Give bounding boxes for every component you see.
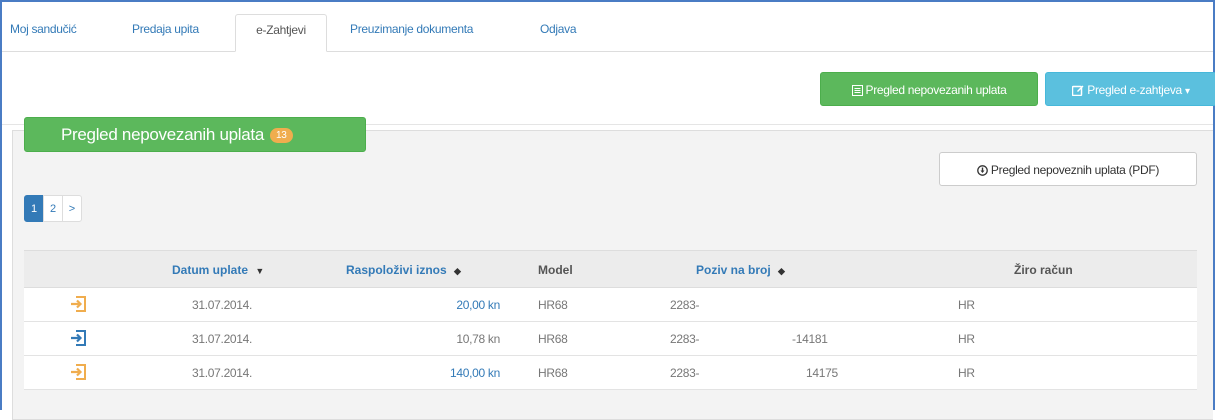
payment-model: HR68	[538, 332, 568, 346]
account-number: HR	[958, 366, 975, 380]
column-header-reference[interactable]: Poziv na broj ◆	[696, 263, 785, 277]
link-payment-icon[interactable]	[69, 328, 89, 348]
reference-suffix: -14181	[792, 332, 828, 346]
payments-table: Datum uplate ▼ Raspoloživi iznos ◆ Model…	[24, 250, 1197, 390]
reference-prefix: 2283-	[670, 298, 700, 312]
reference-prefix: 2283-	[670, 366, 700, 380]
table-row: 31.07.2014. 10,78 kn HR68 2283- -14181 H…	[24, 322, 1197, 356]
chevron-down-icon: ▾	[1184, 86, 1190, 97]
account-number: HR	[958, 332, 975, 346]
payment-model: HR68	[538, 298, 568, 312]
list-icon	[851, 85, 863, 99]
payment-date: 31.07.2014.	[192, 298, 253, 312]
panel-title-text: Pregled nepovezanih uplata	[61, 125, 264, 144]
unlinked-payments-button[interactable]: Pregled nepovezanih uplata	[820, 72, 1038, 106]
column-header-model: Model	[538, 263, 573, 277]
tab-preuzimanje-dokumenta[interactable]: Preuzimanje dokumenta	[350, 14, 473, 52]
tab-label: Odjava	[540, 22, 577, 36]
payment-amount: 10,78 kn	[456, 332, 500, 346]
account-number: HR	[958, 298, 975, 312]
sort-icon: ◆	[778, 266, 785, 276]
link-payment-icon[interactable]	[69, 294, 89, 314]
sort-icon: ◆	[454, 266, 461, 276]
sort-desc-icon: ▼	[255, 266, 265, 276]
payment-date: 31.07.2014.	[192, 366, 253, 380]
payment-amount[interactable]: 140,00 kn	[420, 366, 500, 380]
column-label: Datum uplate	[172, 263, 249, 277]
download-circle-icon	[977, 165, 988, 179]
link-payment-icon[interactable]	[69, 362, 89, 382]
payment-model: HR68	[538, 366, 568, 380]
payment-date: 31.07.2014.	[192, 332, 253, 346]
edit-icon	[1072, 84, 1084, 99]
count-badge: 13	[269, 128, 293, 143]
pdf-export-button[interactable]: Pregled nepoveznih uplata (PDF)	[939, 152, 1197, 186]
column-header-date[interactable]: Datum uplate ▼	[172, 263, 264, 277]
e-requests-dropdown-button[interactable]: Pregled e-zahtjeva ▾	[1045, 72, 1215, 106]
page-1-button[interactable]: 1	[24, 195, 44, 222]
unlinked-payments-label: Pregled nepovezanih uplata	[865, 83, 1007, 97]
pdf-export-label: Pregled nepoveznih uplata (PDF)	[990, 163, 1160, 177]
tab-label: Predaja upita	[132, 22, 199, 36]
table-row: 31.07.2014. 140,00 kn HR68 2283- 14175 H…	[24, 356, 1197, 390]
reference-prefix: 2283-	[670, 332, 700, 346]
table-row: 31.07.2014. 20,00 kn HR68 2283- HR	[24, 288, 1197, 322]
tab-label: Preuzimanje dokumenta	[350, 22, 474, 36]
tab-odjava[interactable]: Odjava	[540, 14, 577, 52]
tab-label: e-Zahtjevi	[256, 23, 306, 37]
app-frame: Moj sandučić Predaja upita e-Zahtjevi Pr…	[0, 0, 1215, 420]
tab-e-zahtjevi[interactable]: e-Zahtjevi	[235, 14, 327, 52]
column-label: Poziv na broj	[696, 263, 771, 277]
column-header-amount[interactable]: Raspoloživi iznos ◆	[346, 263, 461, 277]
column-label: Raspoloživi iznos	[346, 263, 447, 277]
panel-title: Pregled nepovezanih uplata 13	[24, 117, 366, 152]
tab-predaja-upita[interactable]: Predaja upita	[132, 14, 199, 52]
payment-amount[interactable]: 20,00 kn	[420, 298, 500, 312]
pagination: 1 2 >	[24, 195, 82, 222]
tab-moj-sanducic[interactable]: Moj sandučić	[10, 14, 77, 52]
tab-label: Moj sandučić	[10, 22, 77, 36]
table-header: Datum uplate ▼ Raspoloživi iznos ◆ Model…	[24, 250, 1197, 288]
e-requests-label: Pregled e-zahtjeva	[1087, 83, 1182, 97]
next-page-button[interactable]: >	[62, 195, 82, 222]
page-2-button[interactable]: 2	[43, 195, 63, 222]
column-header-account: Žiro račun	[1014, 263, 1073, 277]
main-tabs: Moj sandučić Predaja upita e-Zahtjevi Pr…	[2, 2, 1213, 52]
reference-suffix: 14175	[806, 366, 838, 380]
